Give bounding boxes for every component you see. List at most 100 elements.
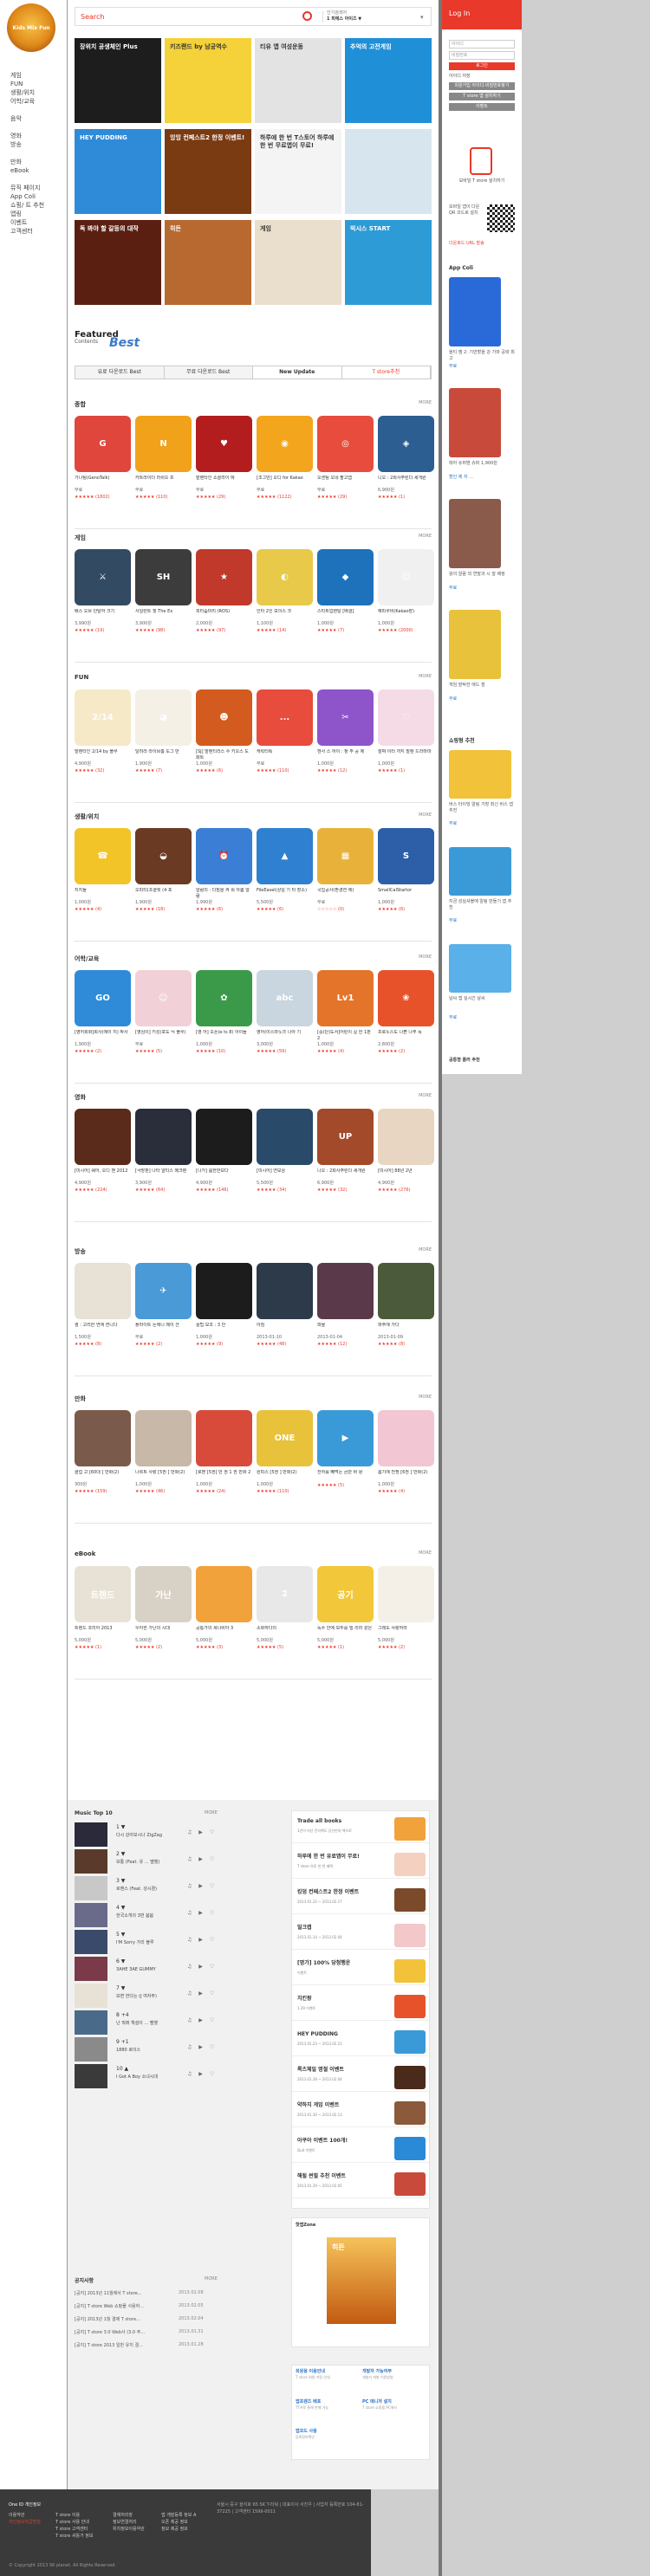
app-icon[interactable]: ♥ bbox=[196, 416, 252, 472]
qr-sub[interactable]: 다운로드 URL 발송 bbox=[449, 241, 515, 247]
app-name[interactable]: 플라이트 돈애니 메이 션 bbox=[135, 1323, 192, 1335]
search-input[interactable]: Search bbox=[81, 13, 104, 21]
app-card[interactable]: ☎ 지지돌 1,000원 ★★★★★ (4) bbox=[75, 828, 131, 913]
app-coli-text[interactable]: 왕의 알람 외 연말과 시 잘 배정 bbox=[449, 572, 515, 578]
app-name[interactable]: [중(단)도서]어린이 길 한 1판 2 bbox=[317, 1030, 374, 1042]
tab-tstore-pick[interactable]: T store추천 bbox=[341, 366, 431, 379]
banner-8[interactable] bbox=[345, 129, 432, 214]
app-card[interactable]: ◕ 달려라 라이브홈 도그 만 1,900원 ★★★★★ (7) bbox=[135, 689, 192, 774]
app-name[interactable]: 파주에 가다 bbox=[378, 1323, 434, 1335]
promo-item[interactable]: 아쿠아 이벤트 100개! Quit 이벤트 bbox=[292, 2134, 429, 2163]
app-icon[interactable]: ▦ bbox=[317, 828, 374, 884]
app-card[interactable]: G 가나팅(GenoTalk) 무료 ★★★★★ (1802) bbox=[75, 416, 131, 501]
app-name[interactable]: [조그만] 오디 for Kakao bbox=[257, 476, 313, 488]
app-card[interactable]: 아침 2013-01-10 ★★★★★ (48) bbox=[257, 1263, 313, 1348]
app-card[interactable]: SH 사일런트 힐 The Ex 3,900원 ★★★★★ (98) bbox=[135, 549, 192, 634]
app-card[interactable]: abc 영어(이스마노크 나아 기 3,000원 ★★★★★ (59) bbox=[257, 970, 313, 1055]
app-icon[interactable]: GO bbox=[75, 970, 131, 1026]
app-name[interactable]: 인터 2인 보이스 크 bbox=[257, 609, 313, 621]
promo-item[interactable]: 록츠체일 명절 이벤트 2013.01.28 ~ 2013.02.04 bbox=[292, 2063, 429, 2092]
app-name[interactable]: [영심이] 키성(포도 닉 블루) bbox=[135, 1030, 192, 1042]
music-track[interactable]: 4 ▼ 한국소개의 3번 봄봄 ♫ ▶ ♡ bbox=[75, 1903, 265, 1927]
promo-item[interactable]: HEY PUDDING 2013.01.23 ~ 2013.02.23 bbox=[292, 2028, 429, 2056]
app-icon[interactable] bbox=[135, 1109, 192, 1165]
app-icon[interactable]: ⚔ bbox=[75, 549, 131, 605]
notice-row[interactable]: [공지] 2013년 1월 결제 T store... 2013.02.04 bbox=[75, 2316, 283, 2329]
app-icon[interactable] bbox=[75, 1263, 131, 1319]
play-icon[interactable]: ♫ ▶ ♡ bbox=[187, 1910, 217, 1916]
nav-item-comic[interactable]: 만화 bbox=[10, 158, 67, 166]
app-card[interactable]: ... 캐릭터톡 무료 ★★★★★ (110) bbox=[257, 689, 313, 774]
app-icon[interactable]: ◕ bbox=[135, 689, 192, 746]
quick-link-title[interactable]: 개발자 가능여부 bbox=[362, 2369, 426, 2375]
app-icon[interactable] bbox=[378, 1410, 434, 1466]
music-track[interactable]: 10 ▲ I Got A Boy 소녀시대 ♫ ▶ ♡ bbox=[75, 2064, 265, 2088]
play-icon[interactable]: ♫ ▶ ♡ bbox=[187, 1964, 217, 1970]
music-track[interactable]: 3 ▼ 로맨스 (Feat. 성시경) ♫ ▶ ♡ bbox=[75, 1876, 265, 1900]
shop-text[interactable]: 버스 타이밍 알림 가장 최신 버스 앱 추천 bbox=[449, 802, 515, 814]
footer-link-j[interactable]: 정보 제공 정보 bbox=[161, 2526, 188, 2533]
join-button[interactable]: 회원가입 아이디·비밀번호찾기 bbox=[449, 82, 515, 90]
app-name[interactable]: 오피티(초콜릿 (4 포 bbox=[135, 888, 192, 900]
app-icon[interactable]: 2/14 bbox=[75, 689, 131, 746]
app-card[interactable]: ❀ 프로노스도 나쁜 나주 독 2,800원 ★★★★★ (2) bbox=[378, 970, 434, 1055]
promo-item[interactable]: 약하지 게임 이벤트 2013.01.30 ~ 2013.02.13 bbox=[292, 2099, 429, 2127]
app-icon[interactable] bbox=[75, 1410, 131, 1466]
app-icon[interactable]: ▶ bbox=[317, 1410, 374, 1466]
app-name[interactable]: 해피루비(Kakao장) bbox=[378, 609, 434, 621]
app-name[interactable]: 피터줌마리 (ROS) bbox=[196, 609, 252, 621]
nav-item-game[interactable]: 게임 bbox=[10, 71, 67, 80]
app-icon[interactable]: 2 bbox=[257, 1566, 313, 1622]
app-icon[interactable]: ◎ bbox=[317, 416, 374, 472]
app-name[interactable]: 찰짜 이터 까지 발렌 드라마마 bbox=[378, 749, 434, 761]
banner-10[interactable]: 히든 bbox=[165, 220, 251, 305]
app-icon[interactable]: ◈ bbox=[378, 416, 434, 472]
app-name[interactable]: 배스 오브 단탈하 크기 bbox=[75, 609, 131, 621]
app-name[interactable]: 천하를 빼먹는 금관 바 왕 bbox=[317, 1470, 374, 1482]
app-icon[interactable]: abc bbox=[257, 970, 313, 1026]
app-name[interactable]: 나오 : 2회사주린다 세개원 bbox=[317, 1168, 374, 1181]
album-art[interactable] bbox=[75, 1849, 107, 1874]
play-icon[interactable]: ♫ ▶ ♡ bbox=[187, 1829, 217, 1835]
tstore-logo[interactable]: Kids Mix Fun bbox=[7, 3, 55, 52]
app-icon[interactable]: UP bbox=[317, 1109, 374, 1165]
app-name[interactable]: 썸 : 고리한 연애 연니다 bbox=[75, 1323, 131, 1335]
notice-text[interactable]: [공지] T store 3.0 Web사 (3.0 주... bbox=[75, 2330, 145, 2335]
app-icon[interactable] bbox=[196, 1263, 252, 1319]
app-icon[interactable]: ☎ bbox=[75, 828, 131, 884]
play-icon[interactable]: ♫ ▶ ♡ bbox=[187, 1856, 217, 1862]
shop-thumb[interactable] bbox=[449, 847, 511, 896]
promo-item[interactable]: 킹덤 컨페스트2 한정 이벤트 2013.01.22 ~ 2013.02.17 bbox=[292, 1886, 429, 1914]
app-name[interactable]: 독수 안에 모두를 빌 리러 같은 bbox=[317, 1626, 374, 1638]
app-icon[interactable]: ❀ bbox=[378, 970, 434, 1026]
hot-card[interactable]: 히든 bbox=[327, 2237, 396, 2324]
app-card[interactable]: 파울 2013-01-04 ★★★★★ (12) bbox=[317, 1263, 374, 1348]
app-icon[interactable] bbox=[378, 1109, 434, 1165]
notice-text[interactable]: [공지] 2013년 11월에서 T store... bbox=[75, 2291, 141, 2296]
nav-item-music-page[interactable]: 뮤직 페이지 bbox=[10, 184, 67, 192]
banner-5[interactable]: HEY PUDDING bbox=[75, 129, 161, 214]
app-card[interactable]: 2/14 발렌타인 2/14 by 블루 4,900원 ★★★★★ (32) bbox=[75, 689, 131, 774]
app-name[interactable]: SmallCalStartor bbox=[378, 888, 434, 900]
app-name[interactable]: 가나팅(GenoTalk) bbox=[75, 476, 131, 488]
app-name[interactable]: [영어회화]회사(에이 지) 박사 bbox=[75, 1030, 131, 1042]
app-coli-text[interactable]: 게임 발탁한 애드 점 bbox=[449, 683, 515, 689]
nav-item-shopping[interactable]: 쇼핑/ 트 추천 bbox=[10, 201, 67, 210]
app-coli-thumb[interactable] bbox=[449, 499, 501, 568]
banner-9[interactable]: 독 봐야 할 갈등의 대작 bbox=[75, 220, 161, 305]
app-card[interactable]: 파주에 가다 2013-01-09 ★★★★★ (8) bbox=[378, 1263, 434, 1348]
app-card[interactable]: 썸 : 고리한 연애 연니다 1,500원 ★★★★★ (8) bbox=[75, 1263, 131, 1348]
app-card[interactable]: [미시어] 쉐어, 오디 맨 2012 4,900원 ★★★★★ (224) bbox=[75, 1109, 131, 1194]
app-name[interactable]: 발렌타인 쇼콜라이 에 bbox=[196, 476, 252, 488]
music-more-link[interactable]: MORE bbox=[205, 1810, 218, 1815]
app-card[interactable]: ♡ 찰짜 이터 까지 발렌 드라마마 1,000원 ★★★★★ (1) bbox=[378, 689, 434, 774]
app-name[interactable]: 사일런트 힐 The Ex bbox=[135, 609, 192, 621]
nav-item-music[interactable]: 음악 bbox=[10, 114, 67, 123]
app-card[interactable]: ☻ [SJ] 발렌티라스 수 키오스 도화트 1,000원 ★★★★★ (6) bbox=[196, 689, 252, 774]
play-icon[interactable]: ♫ ▶ ♡ bbox=[187, 1937, 217, 1943]
app-icon[interactable]: ▲ bbox=[257, 828, 313, 884]
app-coli-thumb[interactable] bbox=[449, 388, 501, 457]
notice-row[interactable]: [공지] 2013년 11월에서 T store... 2013.02.08 bbox=[75, 2290, 283, 2303]
app-icon[interactable]: 가난 bbox=[135, 1566, 192, 1622]
app-name[interactable]: [로맨 [5권] 만 권 1 권 만화 2 bbox=[196, 1470, 252, 1482]
